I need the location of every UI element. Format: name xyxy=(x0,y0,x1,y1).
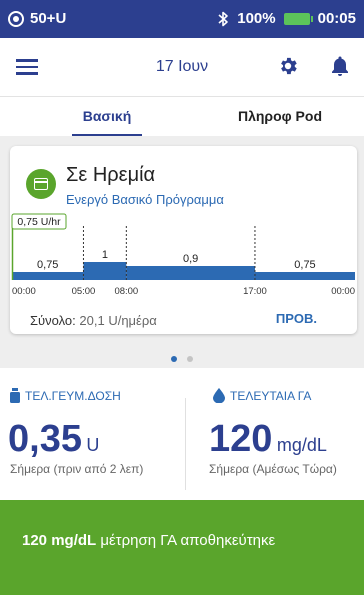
clock: 00:05 xyxy=(317,10,356,27)
basal-rate-label-3: 0,9 xyxy=(183,253,198,265)
pod-icon xyxy=(10,388,20,403)
status-title: Σε Ηρεμία xyxy=(66,164,156,186)
x-tick-label-4: 17:00 xyxy=(243,286,267,297)
active-program-name: Ενεργό Βασικό Πρόγραμμα xyxy=(66,192,224,207)
x-tick-label-1: 00:00 xyxy=(12,286,36,297)
basal-bar-2 xyxy=(83,262,127,280)
last-bg-number: 120 xyxy=(209,418,273,460)
x-tick-label-3: 08:00 xyxy=(114,286,138,297)
tab-basal[interactable]: Βασική xyxy=(72,97,142,137)
last-bg-value: 120 mg/dL xyxy=(209,418,327,461)
last-bg-header: ΤΕΛΕΥΤΑΙΑ ΓΑ xyxy=(213,388,311,403)
page-dot-2[interactable] xyxy=(187,356,194,362)
daily-total: Σύνολο: 20,1 U/ημέρα xyxy=(30,313,157,328)
basal-rate-label-2: 1 xyxy=(102,249,108,261)
gear-icon[interactable] xyxy=(277,55,299,77)
bluetooth-icon xyxy=(218,11,229,26)
drop-icon xyxy=(213,388,225,403)
basal-card: Σε Ηρεμία Ενεργό Βασικό Πρόγραμμα 0,75 1 0… xyxy=(10,146,357,334)
daily-total-label: Σύνολο: xyxy=(30,313,76,328)
last-bolus-unit: U xyxy=(86,435,100,455)
last-bolus-time: Σήμερα (πριν από 2 λεπ) xyxy=(10,462,144,476)
sim-icon xyxy=(8,10,24,27)
last-bolus-number: 0,35 xyxy=(8,418,82,460)
basal-panel: Σε Ηρεμία Ενεργό Βασικό Πρόγραμμα 0,75 1 0… xyxy=(0,136,364,368)
battery-percent: 100% xyxy=(237,10,276,27)
last-bolus-value: 0,35 U xyxy=(8,418,99,461)
stats-divider xyxy=(185,398,186,490)
toast-text: μέτρηση ΓΑ αποθηκεύτηκε xyxy=(96,532,276,549)
status-bar: 50+U 100% 00:05 xyxy=(0,0,364,38)
basal-rate-chart: 0,75 1 0,9 0,75 0,75 U/hr 00:00 05:00 08:00 17:0… xyxy=(11,213,355,297)
page-indicator xyxy=(0,349,364,367)
current-date: 17 Ιουν xyxy=(155,58,209,75)
last-bg-time: Σήμερα (Αμέσως Τώρα) xyxy=(209,462,337,476)
toast-message: 120 mg/dL μέτρηση ΓΑ αποθηκεύτηκε xyxy=(22,528,342,554)
current-rate-label: 0,75 U/hr xyxy=(17,216,61,228)
x-tick-label-5: 00:00 xyxy=(331,286,355,297)
last-bolus-header: ΤΕΛ.ΓΕΥΜ.ΔΟΣΗ xyxy=(10,388,121,403)
app-bar: 17 Ιουν xyxy=(0,38,364,96)
carrier-label: 50+U xyxy=(30,10,67,27)
calendar-icon xyxy=(26,169,56,199)
basal-rate-label-1: 0,75 xyxy=(37,259,58,271)
x-tick-label-2: 05:00 xyxy=(72,286,96,297)
bell-icon[interactable] xyxy=(330,55,350,77)
toast-bold: 120 mg/dL xyxy=(22,532,97,549)
daily-total-value: 20,1 U/ημέρα xyxy=(79,313,157,328)
tab-bar: Βασική Πληροφ Pod xyxy=(0,96,364,137)
view-button[interactable]: ΠΡΟΒ. xyxy=(276,311,317,326)
basal-bar-1 xyxy=(12,272,84,280)
bg-saved-toast[interactable]: 120 mg/dL μέτρηση ΓΑ αποθηκεύτηκε xyxy=(0,500,364,595)
last-bolus-title: ΤΕΛ.ΓΕΥΜ.ΔΟΣΗ xyxy=(25,388,121,403)
last-bg-title: ΤΕΛΕΥΤΑΙΑ ΓΑ xyxy=(230,388,312,403)
page-dot-1[interactable] xyxy=(170,356,177,362)
battery-icon xyxy=(283,12,313,25)
last-bg-unit: mg/dL xyxy=(276,435,327,455)
basal-bar-3 xyxy=(126,266,255,280)
summary-stats: ΤΕΛ.ΓΕΥΜ.ΔΟΣΗ 0,35 U Σήμερα (πριν από 2 … xyxy=(0,368,364,500)
basal-bar-4 xyxy=(254,272,355,280)
tab-pod-info[interactable]: Πληροφ Pod xyxy=(228,97,332,137)
basal-rate-label-4: 0,75 xyxy=(294,259,315,271)
